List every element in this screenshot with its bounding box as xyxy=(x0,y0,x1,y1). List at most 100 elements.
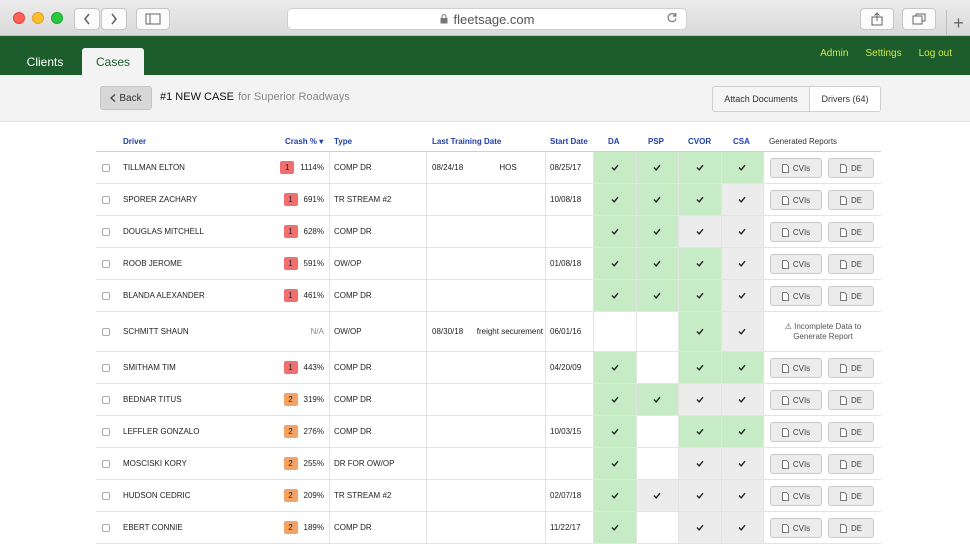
cvi-report-button[interactable]: CVIs xyxy=(770,254,822,274)
de-report-button[interactable]: DE xyxy=(828,254,874,274)
de-report-button[interactable]: DE xyxy=(828,158,874,178)
row-select[interactable] xyxy=(102,512,114,543)
driver-name[interactable]: BLANDA ALEXANDER xyxy=(123,280,273,311)
row-select[interactable] xyxy=(102,480,114,511)
attach-documents-button[interactable]: Attach Documents xyxy=(713,87,810,111)
row-checkbox[interactable] xyxy=(102,259,110,268)
cvi-report-button[interactable]: CVIs xyxy=(770,518,822,538)
back-nav-button[interactable] xyxy=(74,8,100,30)
driver-name[interactable]: HUDSON CEDRIC xyxy=(123,480,273,511)
row-checkbox[interactable] xyxy=(102,491,110,500)
driver-name[interactable]: ROOB JEROME xyxy=(123,248,273,279)
row-select[interactable] xyxy=(102,352,114,383)
share-button[interactable] xyxy=(860,8,894,30)
row-checkbox[interactable] xyxy=(102,163,110,172)
cvi-report-button[interactable]: CVIs xyxy=(770,390,822,410)
reload-icon[interactable] xyxy=(666,12,678,24)
cvi-report-button[interactable]: CVIs xyxy=(770,422,822,442)
cvi-report-button[interactable]: CVIs xyxy=(770,358,822,378)
de-report-button[interactable]: DE xyxy=(828,422,874,442)
start-date xyxy=(550,280,590,311)
row-checkbox[interactable] xyxy=(102,395,110,404)
header-csa[interactable]: CSA xyxy=(733,137,750,146)
row-checkbox[interactable] xyxy=(102,291,110,300)
de-report-button[interactable]: DE xyxy=(828,486,874,506)
column-divider xyxy=(678,384,679,415)
tabs-overview-button[interactable] xyxy=(902,8,936,30)
close-window-button[interactable] xyxy=(13,12,25,24)
row-select[interactable] xyxy=(102,152,114,183)
de-report-button[interactable]: DE xyxy=(828,454,874,474)
de-report-button[interactable]: DE xyxy=(828,286,874,306)
driver-name[interactable]: DOUGLAS MITCHELL xyxy=(123,216,273,247)
row-select[interactable] xyxy=(102,312,114,351)
de-report-button[interactable]: DE xyxy=(828,190,874,210)
start-date xyxy=(550,384,590,415)
row-select[interactable] xyxy=(102,248,114,279)
row-select[interactable] xyxy=(102,280,114,311)
drivers-button[interactable]: Drivers (64) xyxy=(810,87,880,111)
row-checkbox[interactable] xyxy=(102,195,110,204)
header-crash[interactable]: Crash % ▾ xyxy=(285,137,323,146)
settings-link[interactable]: Settings xyxy=(865,48,901,59)
logout-link[interactable]: Log out xyxy=(919,48,952,59)
header-type[interactable]: Type xyxy=(334,137,352,146)
driver-name[interactable]: TILLMAN ELTON xyxy=(123,152,273,183)
row-checkbox[interactable] xyxy=(102,227,110,236)
column-divider xyxy=(678,512,679,543)
row-select[interactable] xyxy=(102,384,114,415)
training-type xyxy=(473,448,543,479)
cvi-report-button[interactable]: CVIs xyxy=(770,286,822,306)
driver-name[interactable]: SMITHAM TIM xyxy=(123,352,273,383)
driver-name[interactable]: SCHMITT SHAUN xyxy=(123,312,273,351)
cvi-report-button[interactable]: CVIs xyxy=(770,158,822,178)
zoom-window-button[interactable] xyxy=(51,12,63,24)
sidebar-toggle-button[interactable] xyxy=(136,8,170,30)
cvi-report-button[interactable]: CVIs xyxy=(770,222,822,242)
forward-nav-button[interactable] xyxy=(101,8,127,30)
header-start-date[interactable]: Start Date xyxy=(550,137,588,146)
new-tab-button[interactable]: + xyxy=(946,10,970,36)
header-da[interactable]: DA xyxy=(608,137,620,146)
driver-type: COMP DR xyxy=(334,395,372,404)
address-bar[interactable]: fleetsage.com xyxy=(287,8,687,30)
admin-link[interactable]: Admin xyxy=(820,48,848,59)
row-checkbox[interactable] xyxy=(102,459,110,468)
row-checkbox[interactable] xyxy=(102,523,110,532)
de-report-button[interactable]: DE xyxy=(828,222,874,242)
de-report-button[interactable]: DE xyxy=(828,358,874,378)
driver-name[interactable]: SPORER ZACHARY xyxy=(123,184,273,215)
row-select[interactable] xyxy=(102,448,114,479)
tab-cases[interactable]: Cases xyxy=(82,48,144,75)
cvor-status xyxy=(678,512,721,543)
driver-name[interactable]: LEFFLER GONZALO xyxy=(123,416,273,447)
row-checkbox[interactable] xyxy=(102,363,110,372)
da-status xyxy=(593,248,636,279)
tab-clients[interactable]: Clients xyxy=(14,48,76,75)
case-subtitle: for Superior Roadways xyxy=(238,91,350,103)
table-row: SCHMITT SHAUN N/A OW/OP 08/30/18 freight sec… xyxy=(96,312,881,352)
row-select[interactable] xyxy=(102,416,114,447)
row-checkbox[interactable] xyxy=(102,427,110,436)
cvi-report-button[interactable]: CVIs xyxy=(770,486,822,506)
driver-name[interactable]: EBERT CONNIE xyxy=(123,512,273,543)
header-psp[interactable]: PSP xyxy=(648,137,664,146)
cvi-report-button[interactable]: CVIs xyxy=(770,190,822,210)
de-report-button[interactable]: DE xyxy=(828,390,874,410)
crash-cell: 2 209% xyxy=(266,480,324,511)
driver-name[interactable]: BEDNAR TITUS xyxy=(123,384,273,415)
row-checkbox[interactable] xyxy=(102,327,110,336)
row-select[interactable] xyxy=(102,216,114,247)
de-report-button[interactable]: DE xyxy=(828,518,874,538)
header-driver[interactable]: Driver xyxy=(123,137,146,146)
back-button[interactable]: Back xyxy=(100,86,152,110)
driver-name[interactable]: MOSCISKI KORY xyxy=(123,448,273,479)
column-divider xyxy=(593,280,594,311)
minimize-window-button[interactable] xyxy=(32,12,44,24)
training-type: HOS xyxy=(499,163,517,172)
cvi-report-button[interactable]: CVIs xyxy=(770,454,822,474)
header-cvor[interactable]: CVOR xyxy=(688,137,711,146)
row-select[interactable] xyxy=(102,184,114,215)
header-last-training[interactable]: Last Training Date xyxy=(432,137,501,146)
column-divider xyxy=(545,312,546,351)
